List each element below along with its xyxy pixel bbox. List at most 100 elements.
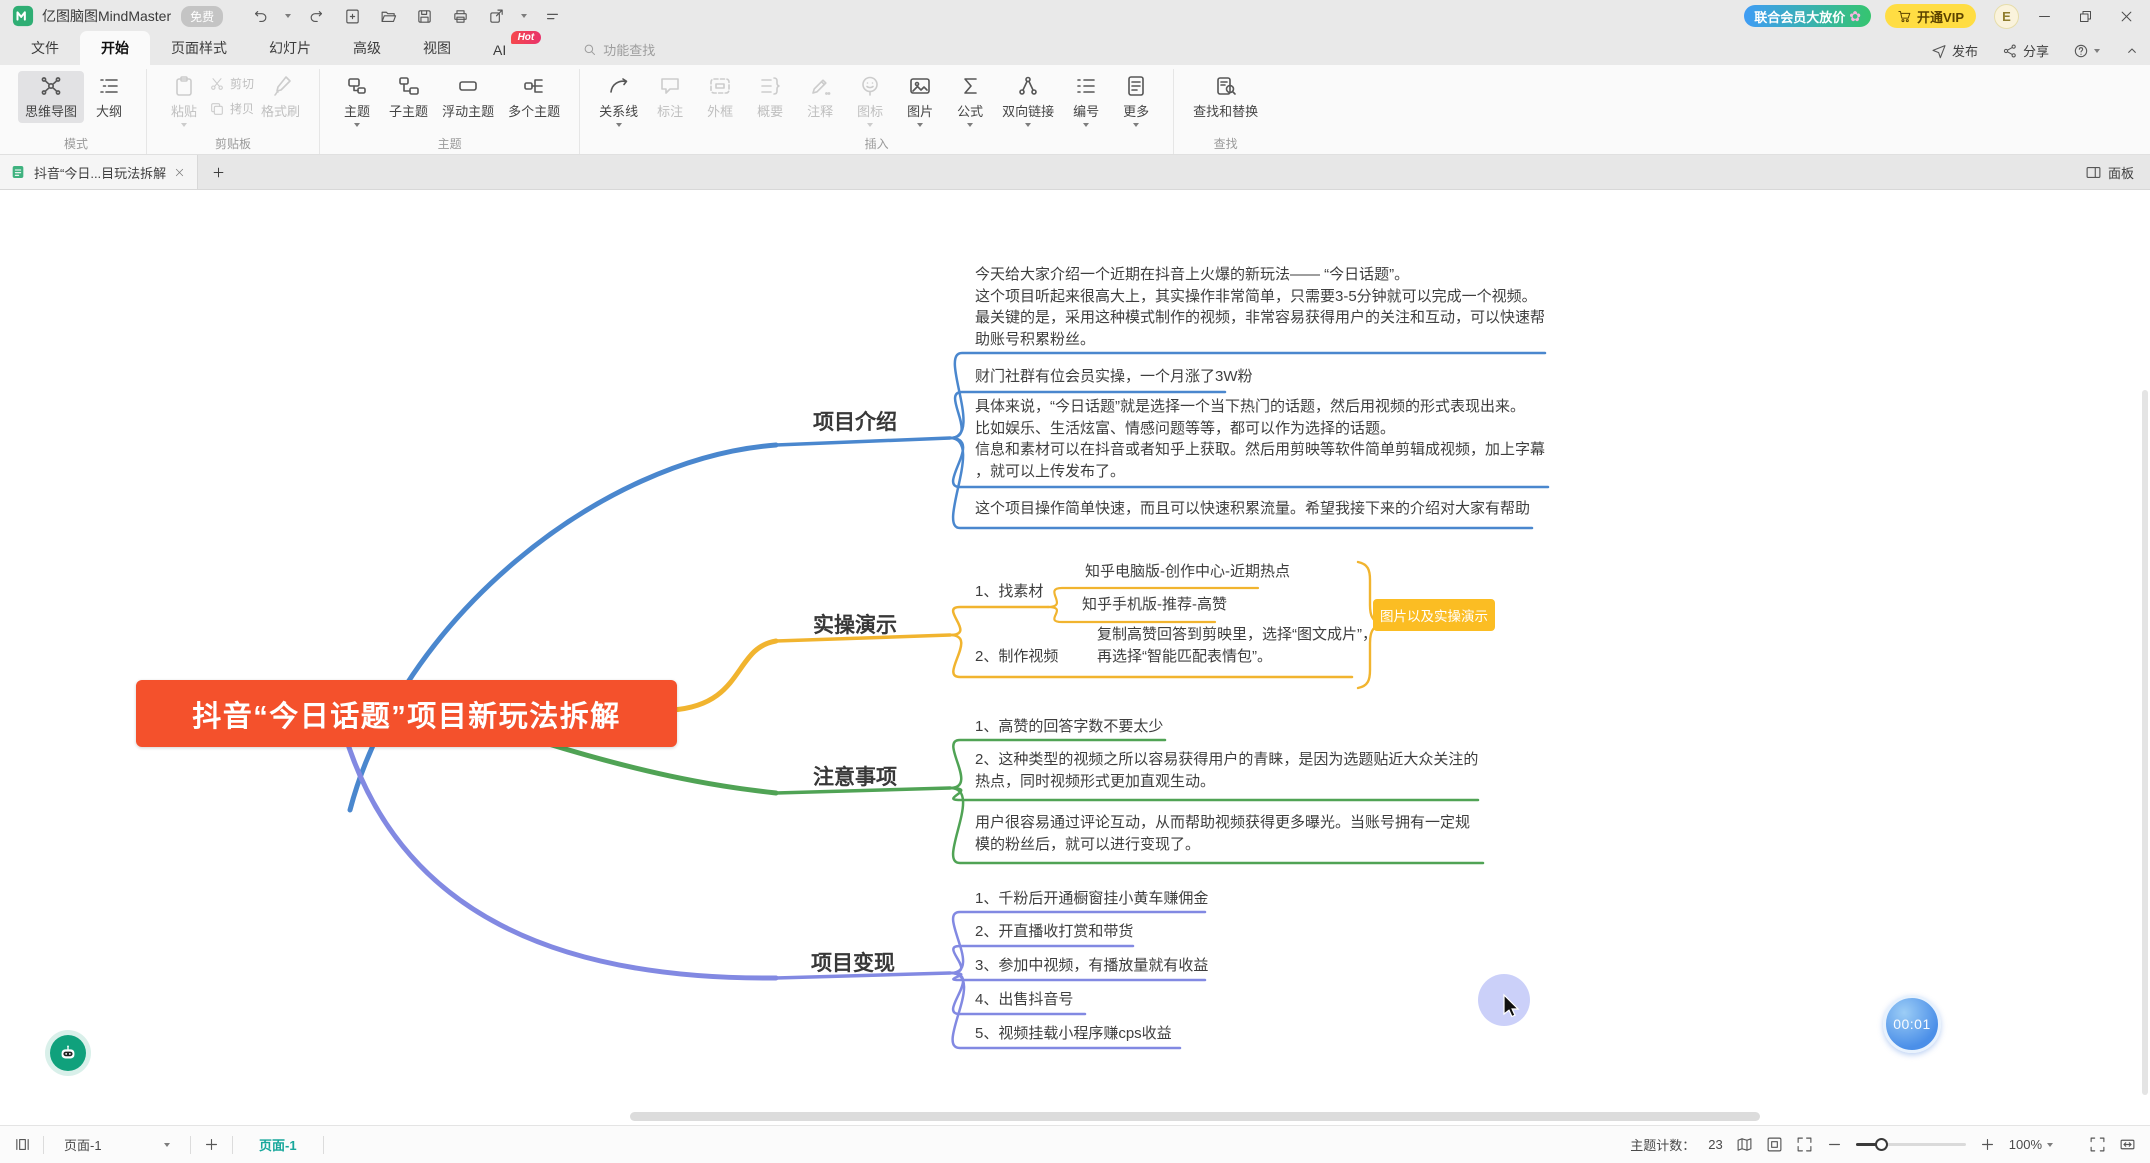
open-file-button[interactable] <box>377 5 399 27</box>
topic-text[interactable]: 3、参加中视频，有播放量就有收益 <box>975 955 1208 977</box>
export-button[interactable] <box>485 5 507 27</box>
open-vip-button[interactable]: 开通VIP <box>1885 4 1976 28</box>
help-button[interactable] <box>2073 43 2100 59</box>
collapse-ribbon-button[interactable] <box>2124 43 2140 59</box>
tab-home[interactable]: 开始 <box>80 31 150 65</box>
vertical-scrollbar[interactable] <box>2142 390 2148 1095</box>
summary-topic[interactable]: 图片以及实操演示 <box>1373 599 1495 631</box>
bidirectional-link-caret[interactable] <box>1025 123 1031 127</box>
print-button[interactable] <box>449 5 471 27</box>
topic-text[interactable]: 2、制作视频 <box>975 646 1058 668</box>
outline-mode-button[interactable]: 大纲 <box>84 71 134 123</box>
new-file-button[interactable] <box>341 5 363 27</box>
subtopic-button[interactable]: 子主题 <box>382 71 435 123</box>
relation-line-caret[interactable] <box>616 123 622 127</box>
page-layout-button[interactable] <box>1736 1136 1753 1153</box>
undo-button[interactable] <box>249 5 271 27</box>
user-avatar[interactable]: E <box>1994 4 2019 29</box>
multi-topic-icon <box>522 74 546 98</box>
fullscreen-button[interactable] <box>2089 1136 2106 1153</box>
topic-text[interactable]: 5、视频挂载小程序赚cps收益 <box>975 1023 1172 1045</box>
add-page-button[interactable] <box>203 1136 220 1153</box>
publish-button[interactable]: 发布 <box>1931 41 1978 60</box>
topic-text[interactable]: 今天给大家介绍一个近期在抖音上火爆的新玩法—— “今日话题”。 这个项目听起来很… <box>975 264 1570 350</box>
tab-view[interactable]: 视图 <box>402 31 472 65</box>
topic-icon <box>345 74 369 98</box>
branch-label-demo[interactable]: 实操演示 <box>813 609 897 639</box>
topic-text[interactable]: 1、找素材 <box>975 581 1043 603</box>
more-caret[interactable] <box>1133 123 1139 127</box>
central-topic[interactable]: 抖音“今日话题”项目新玩法拆解 <box>136 680 677 747</box>
topic-text[interactable]: 财门社群有位会员实操，一个月涨了3W粉 <box>975 366 1253 388</box>
document-tab[interactable]: 抖音“今日...目玩法拆解 <box>0 155 198 189</box>
expand-view-button[interactable] <box>1796 1136 1813 1153</box>
tab-ai[interactable]: AI Hot <box>472 35 527 65</box>
topic-text[interactable]: 知乎手机版-推荐-高赞 <box>1082 594 1227 616</box>
topic-text[interactable]: 4、出售抖音号 <box>975 989 1073 1011</box>
tab-advanced[interactable]: 高级 <box>332 31 402 65</box>
share-button[interactable]: 分享 <box>2002 41 2049 60</box>
zoom-slider[interactable] <box>1856 1138 1966 1152</box>
more-label: 更多 <box>1123 101 1149 120</box>
mindmap-mode-button[interactable]: 思维导图 <box>18 71 84 123</box>
restore-button[interactable] <box>2078 9 2093 24</box>
zoom-slider-knob[interactable] <box>1875 1138 1888 1151</box>
topic-text[interactable]: 这个项目操作简单快速，而且可以快速积累流量。希望我接下来的介绍对大家有帮助 <box>975 498 1530 520</box>
customize-toolbar-icon[interactable] <box>541 5 563 27</box>
floating-topic-button[interactable]: 浮动主题 <box>435 71 501 123</box>
new-tab-button[interactable] <box>198 155 238 189</box>
tab-slides[interactable]: 幻灯片 <box>248 31 332 65</box>
undo-dropdown-caret[interactable] <box>285 14 291 18</box>
formula-caret[interactable] <box>967 123 973 127</box>
topic-text[interactable]: 1、高赞的回答字数不要太少 <box>975 716 1163 738</box>
minimize-button[interactable] <box>2037 9 2052 24</box>
topic-text[interactable]: 用户很容易通过评论互动，从而帮助视频获得更多曝光。当账号拥有一定规 模的粉丝后，… <box>975 812 1505 855</box>
numbering-button[interactable]: 编号 <box>1061 71 1111 130</box>
topic-text[interactable]: 1、千粉后开通橱窗挂小黄车赚佣金 <box>975 888 1208 910</box>
fit-content-button[interactable] <box>1766 1136 1783 1153</box>
topic-button[interactable]: 主题 <box>332 71 382 130</box>
active-page-tab[interactable]: 页面-1 <box>245 1135 311 1154</box>
relation-line-button[interactable]: 关系线 <box>592 71 645 130</box>
tab-page-style[interactable]: 页面样式 <box>150 31 248 65</box>
find-replace-button[interactable]: 查找和替换 <box>1186 71 1265 123</box>
fit-width-button[interactable] <box>2119 1136 2136 1153</box>
horizontal-scrollbar[interactable] <box>630 1112 1760 1121</box>
multi-topic-button[interactable]: 多个主题 <box>501 71 567 123</box>
topic-text[interactable]: 知乎电脑版-创作中心-近期热点 <box>1085 561 1290 583</box>
feature-search[interactable]: 功能查找 <box>582 40 655 59</box>
export-dropdown-caret[interactable] <box>521 14 527 18</box>
topic-text[interactable]: 2、这种类型的视频之所以容易获得用户的青睐，是因为选题贴近大众关注的 热点，同时… <box>975 749 1510 792</box>
close-tab-icon[interactable] <box>174 167 185 178</box>
save-button[interactable] <box>413 5 435 27</box>
branch-label-notes[interactable]: 注意事项 <box>813 761 897 791</box>
outline-icon <box>97 74 121 98</box>
search-icon <box>582 42 597 57</box>
formula-button[interactable]: 公式 <box>945 71 995 130</box>
close-button[interactable] <box>2119 9 2134 24</box>
ai-assistant-button[interactable] <box>45 1030 91 1076</box>
topic-text[interactable]: 2、开直播收打赏和带货 <box>975 921 1133 943</box>
find-replace-icon <box>1214 74 1238 98</box>
branch-label-intro[interactable]: 项目介绍 <box>813 406 897 436</box>
branch-label-monetize[interactable]: 项目变现 <box>811 947 895 977</box>
picture-caret[interactable] <box>917 123 923 127</box>
more-insert-button[interactable]: 更多 <box>1111 71 1161 130</box>
tab-file[interactable]: 文件 <box>10 31 80 65</box>
zoom-in-button[interactable] <box>1979 1136 1996 1153</box>
page-select-dropdown[interactable]: 页面-1 <box>56 1131 178 1158</box>
numbering-caret[interactable] <box>1083 123 1089 127</box>
zoom-out-button[interactable] <box>1826 1136 1843 1153</box>
member-promo-banner[interactable]: 联合会员大放价 ✿ <box>1744 5 1871 27</box>
topic-text[interactable]: 具体来说，“今日话题”就是选择一个当下热门的话题，然后用视频的形式表现出来。 比… <box>975 396 1570 482</box>
picture-button[interactable]: 图片 <box>895 71 945 130</box>
topic-dropdown-caret[interactable] <box>354 123 360 127</box>
bidirectional-link-button[interactable]: 双向链接 <box>995 71 1061 130</box>
zoom-level-dropdown[interactable]: 100% <box>2009 1137 2053 1152</box>
panel-toggle[interactable]: 面板 <box>2069 155 2150 189</box>
numbering-label: 编号 <box>1073 101 1099 120</box>
page-overview-button[interactable] <box>14 1136 31 1153</box>
timer-widget[interactable]: 00:01 <box>1883 995 1941 1053</box>
tab-ai-label: AI <box>493 42 506 58</box>
redo-button[interactable] <box>305 5 327 27</box>
